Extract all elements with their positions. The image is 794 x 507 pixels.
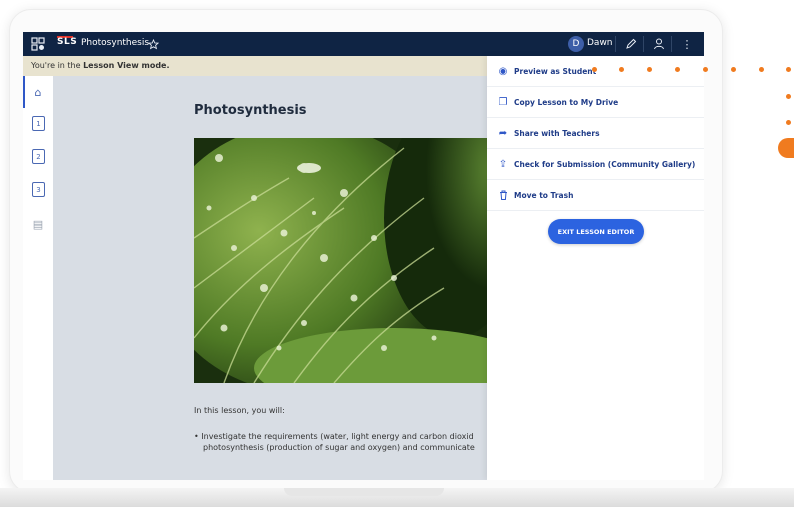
edit-pencil-icon[interactable] [623, 36, 639, 52]
app-screen: SLS Photosynthesis D Dawn ⋮ You're in th… [23, 32, 704, 480]
user-avatar[interactable]: D [568, 36, 584, 52]
eye-icon: ◉ [498, 65, 508, 77]
annotation-dot [647, 67, 652, 72]
menu-item-check-for-submission[interactable]: ⇪ Check for Submission (Community Galler… [487, 149, 704, 180]
lesson-bullet-line-2: photosynthesis (production of sugar and … [194, 442, 494, 453]
menu-item-move-to-trash[interactable]: Move to Trash [487, 180, 704, 211]
annotation-dot [786, 67, 791, 72]
lesson-content: Photosynthesis In this lesson, you will:… [53, 76, 487, 480]
annotation-dot [619, 67, 624, 72]
copy-icon: ❐ [498, 96, 508, 108]
exit-lesson-editor-button[interactable]: EXIT LESSON EDITOR [548, 219, 644, 244]
topbar-divider [643, 36, 644, 52]
lesson-sidebar: ⌂ 1 2 3 ▤ [23, 76, 54, 480]
menu-item-share-with-teachers[interactable]: ➦ Share with Teachers [487, 118, 704, 149]
lesson-actions-menu: ◉ Preview as Student ❐ Copy Lesson to My… [487, 56, 704, 480]
topbar-divider [671, 36, 672, 52]
annotation-dot [786, 120, 791, 125]
lesson-intro: In this lesson, you will: [194, 406, 285, 415]
page-2-icon[interactable]: 2 [32, 149, 45, 164]
lesson-bullet: • Investigate the requirements (water, l… [194, 431, 494, 453]
page-title: Photosynthesis [194, 103, 307, 118]
menu-item-label: Move to Trash [514, 190, 574, 200]
annotation-dot [759, 67, 764, 72]
leaf-hero-image [194, 138, 487, 383]
sidebar-active-indicator [23, 76, 25, 108]
mode-banner-mode: Lesson View mode. [83, 61, 170, 70]
pages-icon[interactable]: ▤ [29, 215, 47, 233]
laptop-notch [284, 488, 444, 496]
mode-banner: You're in the Lesson View mode. [23, 56, 487, 76]
lesson-bullet-line-1: • Investigate the requirements (water, l… [194, 432, 474, 441]
menu-item-label: Copy Lesson to My Drive [514, 97, 619, 107]
apps-grid-icon[interactable] [29, 36, 47, 52]
collaborators-icon[interactable] [651, 36, 667, 52]
user-name[interactable]: Dawn [587, 38, 613, 48]
annotation-dot [703, 67, 708, 72]
page-3-icon[interactable]: 3 [32, 182, 45, 197]
lesson-title-header: Photosynthesis [81, 38, 150, 48]
annotation-dot [731, 67, 736, 72]
bullet-text-1: Investigate the requirements (water, lig… [201, 432, 474, 441]
laptop-base [0, 488, 794, 507]
lesson-settings-icon[interactable] [147, 36, 159, 52]
annotation-dot [592, 67, 597, 72]
top-bar: SLS Photosynthesis D Dawn ⋮ [23, 32, 704, 56]
annotation-pointer [778, 138, 794, 158]
topbar-divider [615, 36, 616, 52]
home-icon[interactable]: ⌂ [29, 83, 47, 101]
mode-banner-prefix: You're in the [31, 61, 84, 70]
annotation-dot [786, 94, 791, 99]
upload-icon: ⇪ [498, 158, 508, 170]
page-1-icon[interactable]: 1 [32, 116, 45, 131]
sls-logo[interactable]: SLS [57, 37, 77, 47]
bullet-text-2: photosynthesis (production of sugar and … [203, 443, 475, 452]
menu-item-label: Check for Submission (Community Gallery) [514, 159, 696, 169]
menu-item-copy-lesson[interactable]: ❐ Copy Lesson to My Drive [487, 87, 704, 118]
annotation-dot [675, 67, 680, 72]
trash-icon [496, 190, 510, 200]
share-icon: ➦ [498, 127, 508, 139]
menu-item-label: Share with Teachers [514, 128, 600, 138]
menu-item-label: Preview as Student [514, 66, 597, 76]
more-options-icon[interactable]: ⋮ [679, 36, 695, 52]
